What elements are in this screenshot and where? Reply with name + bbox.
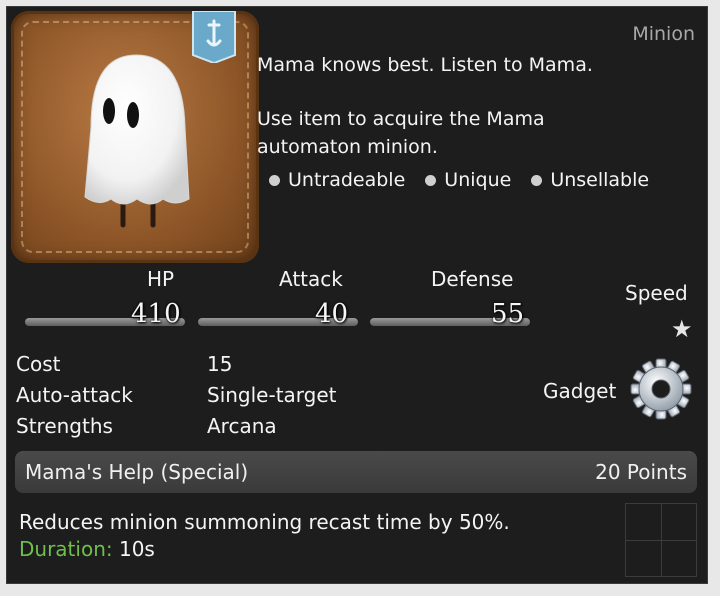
strengths-row: Strengths Arcana bbox=[16, 411, 337, 442]
bullet-icon bbox=[269, 174, 280, 186]
item-flags: Untradeable Unique Unsellable bbox=[269, 169, 649, 191]
flavor-text: Mama knows best. Listen to Mama. bbox=[257, 54, 593, 76]
cost-row: Cost 15 bbox=[16, 349, 337, 380]
attack-label: Attack bbox=[279, 267, 343, 291]
attack-value: 40 bbox=[315, 299, 349, 329]
area-grid-icon bbox=[625, 503, 697, 577]
speed-star-icon: ★ bbox=[671, 315, 693, 343]
auto-attack-value: Single-target bbox=[207, 383, 337, 407]
ghost-minion-image bbox=[84, 54, 190, 228]
strengths-value: Arcana bbox=[207, 414, 277, 438]
auto-attack-label: Auto-attack bbox=[16, 383, 133, 407]
item-description: Mama knows best. Listen to Mama. Use ite… bbox=[257, 51, 697, 161]
special-action-header: Mama's Help (Special) 20 Points bbox=[15, 451, 697, 493]
use-text-line-1: Use item to acquire the Mama bbox=[257, 108, 545, 130]
flag-untradeable: Untradeable bbox=[269, 169, 405, 191]
auto-attack-row: Auto-attack Single-target bbox=[16, 380, 337, 411]
gear-icon bbox=[630, 358, 692, 420]
defense-value: 55 bbox=[491, 299, 525, 329]
defense-label: Defense bbox=[431, 267, 514, 291]
special-action-points: 20 Points bbox=[595, 460, 687, 484]
minion-info-table: Cost 15 Auto-attack Single-target Streng… bbox=[16, 349, 337, 442]
speed-label: Speed bbox=[625, 281, 688, 305]
hp-label: HP bbox=[147, 267, 175, 291]
cost-value: 15 bbox=[207, 352, 233, 376]
strengths-label: Strengths bbox=[16, 414, 113, 438]
flag-unsellable: Unsellable bbox=[531, 169, 649, 191]
duration-label: Duration: bbox=[19, 537, 113, 561]
use-text-line-2: automaton minion. bbox=[257, 136, 438, 158]
minion-type-label: Gadget bbox=[543, 379, 617, 403]
duration-value: 10s bbox=[118, 537, 155, 561]
minion-tooltip: Minion Mama knows best. Listen to Mama. … bbox=[6, 6, 708, 584]
minion-portrait bbox=[11, 11, 259, 263]
flag-unique: Unique bbox=[425, 169, 511, 191]
hp-value: 410 bbox=[131, 299, 181, 329]
item-level-badge-icon bbox=[192, 11, 236, 63]
bullet-icon bbox=[425, 174, 437, 186]
bullet-icon bbox=[531, 174, 543, 186]
special-action-description: Reduces minion summoning recast time by … bbox=[19, 510, 510, 534]
item-category: Minion bbox=[632, 23, 695, 45]
special-action-duration: Duration: 10s bbox=[19, 537, 155, 561]
cost-label: Cost bbox=[16, 352, 61, 376]
special-action-name: Mama's Help (Special) bbox=[25, 460, 249, 484]
